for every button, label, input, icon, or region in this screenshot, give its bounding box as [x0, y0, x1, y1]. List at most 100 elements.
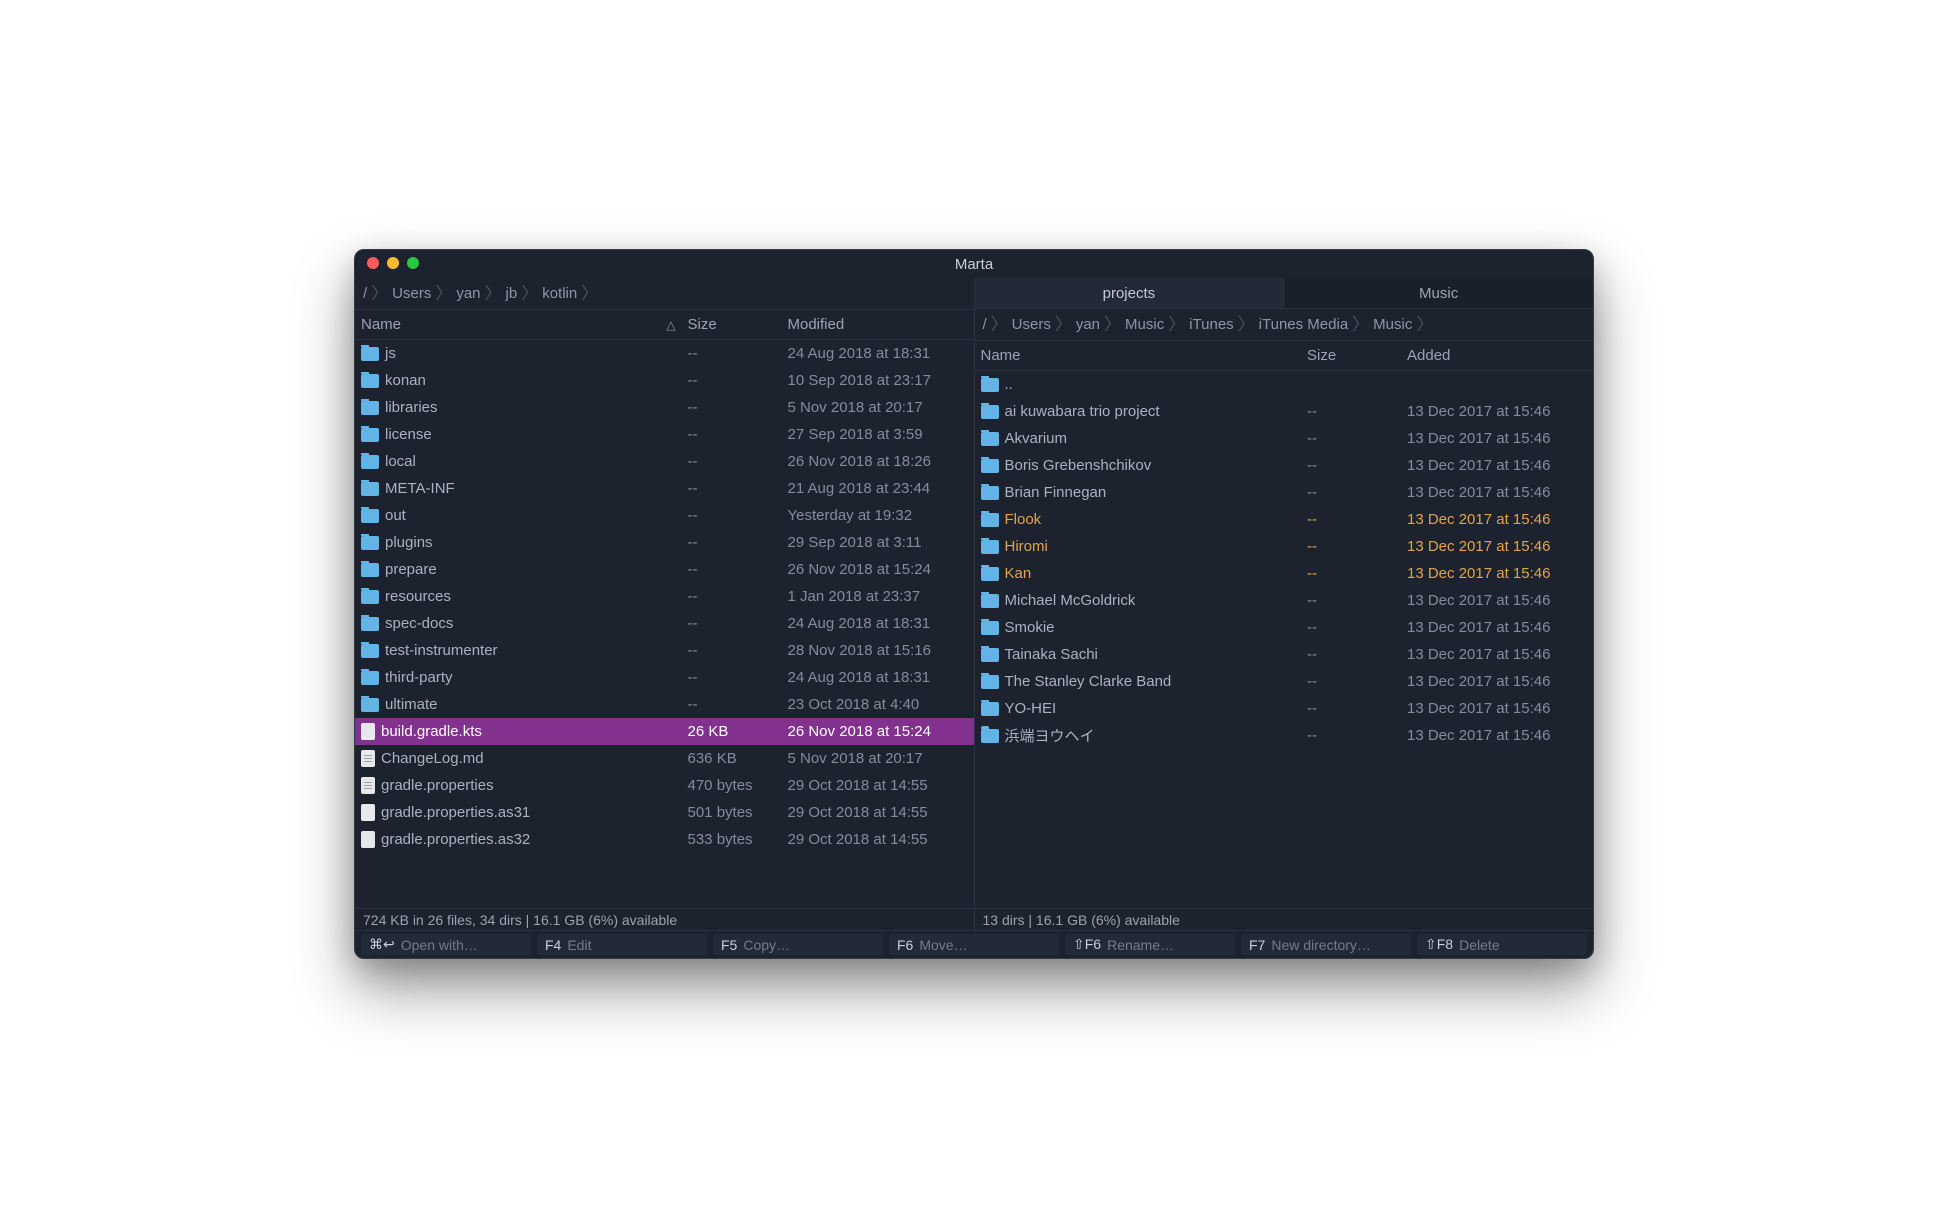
row-name-label: build.gradle.kts: [381, 723, 482, 740]
folder-row[interactable]: Hiromi--13 Dec 2017 at 15:46: [975, 533, 1594, 560]
row-date-cell: 23 Oct 2018 at 4:40: [784, 696, 974, 713]
folder-icon: [361, 455, 379, 469]
right-crumb[interactable]: yan: [1076, 316, 1100, 333]
fkey-f6[interactable]: ⇧F6Rename…: [1065, 934, 1235, 955]
row-name-cell: js: [355, 345, 684, 362]
header-name[interactable]: Name △: [355, 316, 684, 333]
folder-row[interactable]: Akvarium--13 Dec 2017 at 15:46: [975, 425, 1594, 452]
folder-row[interactable]: 浜端ヨウヘイ--13 Dec 2017 at 15:46: [975, 722, 1594, 749]
fkey-label: Delete: [1459, 937, 1499, 953]
folder-row[interactable]: resources--1 Jan 2018 at 23:37: [355, 583, 974, 610]
header-name-label: Name: [361, 316, 401, 333]
close-icon[interactable]: [367, 257, 379, 269]
folder-row[interactable]: ..: [975, 371, 1594, 398]
header-modified[interactable]: Modified: [784, 316, 974, 333]
fkey-[interactable]: ⌘↩Open with…: [361, 934, 531, 955]
left-crumb[interactable]: yan: [456, 285, 480, 302]
header-size[interactable]: Size: [684, 316, 784, 333]
folder-row[interactable]: ultimate--23 Oct 2018 at 4:40: [355, 691, 974, 718]
minimize-icon[interactable]: [387, 257, 399, 269]
right-crumb[interactable]: Users: [1012, 316, 1051, 333]
folder-row[interactable]: out--Yesterday at 19:32: [355, 502, 974, 529]
right-crumb[interactable]: iTunes Media: [1259, 316, 1349, 333]
folder-row[interactable]: Smokie--13 Dec 2017 at 15:46: [975, 614, 1594, 641]
folder-row[interactable]: Brian Finnegan--13 Dec 2017 at 15:46: [975, 479, 1594, 506]
folder-row[interactable]: license--27 Sep 2018 at 3:59: [355, 421, 974, 448]
folder-row[interactable]: js--24 Aug 2018 at 18:31: [355, 340, 974, 367]
folder-row[interactable]: Tainaka Sachi--13 Dec 2017 at 15:46: [975, 641, 1594, 668]
left-crumb[interactable]: /: [363, 285, 367, 302]
folder-row[interactable]: konan--10 Sep 2018 at 23:17: [355, 367, 974, 394]
right-crumb[interactable]: Music: [1373, 316, 1412, 333]
zoom-icon[interactable]: [407, 257, 419, 269]
file-row[interactable]: gradle.properties.as31501 bytes29 Oct 20…: [355, 799, 974, 826]
window: Marta /〉Users〉yan〉jb〉kotlin〉 Name △ Size…: [354, 249, 1594, 959]
folder-row[interactable]: META-INF--21 Aug 2018 at 23:44: [355, 475, 974, 502]
header-size[interactable]: Size: [1303, 347, 1403, 364]
folder-row[interactable]: Kan--13 Dec 2017 at 15:46: [975, 560, 1594, 587]
fkey-label: Rename…: [1107, 937, 1174, 953]
header-name[interactable]: Name: [975, 347, 1304, 364]
folder-icon: [981, 432, 999, 446]
fkey-label: Open with…: [401, 937, 478, 953]
file-icon: [361, 723, 375, 740]
row-size-cell: 501 bytes: [684, 804, 784, 821]
folder-icon: [981, 729, 999, 743]
folder-row[interactable]: libraries--5 Nov 2018 at 20:17: [355, 394, 974, 421]
row-size-cell: --: [1303, 511, 1403, 528]
right-crumb[interactable]: /: [983, 316, 987, 333]
file-icon: [361, 804, 375, 821]
fkey-f7[interactable]: F7New directory…: [1241, 934, 1411, 955]
file-row[interactable]: gradle.properties.as32533 bytes29 Oct 20…: [355, 826, 974, 853]
folder-row[interactable]: ai kuwabara trio project--13 Dec 2017 at…: [975, 398, 1594, 425]
right-crumb[interactable]: Music: [1125, 316, 1164, 333]
row-date-cell: 13 Dec 2017 at 15:46: [1403, 700, 1593, 717]
fkey-f5[interactable]: F5Copy…: [713, 934, 883, 955]
fkey-shortcut: F7: [1249, 937, 1265, 953]
folder-row[interactable]: spec-docs--24 Aug 2018 at 18:31: [355, 610, 974, 637]
row-name-cell: konan: [355, 372, 684, 389]
right-crumb[interactable]: iTunes: [1189, 316, 1233, 333]
row-name-cell: YO-HEI: [975, 700, 1304, 717]
tab-projects[interactable]: projects: [975, 278, 1285, 308]
chevron-right-icon: 〉: [435, 285, 452, 302]
folder-row[interactable]: test-instrumenter--28 Nov 2018 at 15:16: [355, 637, 974, 664]
folder-row[interactable]: Michael McGoldrick--13 Dec 2017 at 15:46: [975, 587, 1594, 614]
folder-row[interactable]: Boris Grebenshchikov--13 Dec 2017 at 15:…: [975, 452, 1594, 479]
row-size-cell: --: [684, 561, 784, 578]
chevron-right-icon: 〉: [991, 316, 1008, 333]
folder-icon: [361, 536, 379, 550]
folder-row[interactable]: third-party--24 Aug 2018 at 18:31: [355, 664, 974, 691]
chevron-right-icon: 〉: [1238, 316, 1255, 333]
file-row[interactable]: build.gradle.kts26 KB26 Nov 2018 at 15:2…: [355, 718, 974, 745]
folder-icon: [981, 648, 999, 662]
fkey-shortcut: F5: [721, 937, 737, 953]
folder-row[interactable]: plugins--29 Sep 2018 at 3:11: [355, 529, 974, 556]
row-name-label: js: [385, 345, 396, 362]
folder-row[interactable]: Flook--13 Dec 2017 at 15:46: [975, 506, 1594, 533]
fkey-f6[interactable]: F6Move…: [889, 934, 1059, 955]
fkey-f4[interactable]: F4Edit: [537, 934, 707, 955]
row-name-cell: Hiromi: [975, 538, 1304, 555]
left-crumb[interactable]: jb: [506, 285, 518, 302]
folder-row[interactable]: local--26 Nov 2018 at 18:26: [355, 448, 974, 475]
folder-row[interactable]: The Stanley Clarke Band--13 Dec 2017 at …: [975, 668, 1594, 695]
file-row[interactable]: ChangeLog.md636 KB5 Nov 2018 at 20:17: [355, 745, 974, 772]
row-size-cell: 26 KB: [684, 723, 784, 740]
folder-row[interactable]: prepare--26 Nov 2018 at 15:24: [355, 556, 974, 583]
file-row[interactable]: gradle.properties470 bytes29 Oct 2018 at…: [355, 772, 974, 799]
left-pane: /〉Users〉yan〉jb〉kotlin〉 Name △ Size Modif…: [355, 278, 975, 908]
tab-music[interactable]: Music: [1284, 278, 1593, 308]
row-date-cell: 13 Dec 2017 at 15:46: [1403, 484, 1593, 501]
row-size-cell: --: [684, 669, 784, 686]
fkey-f8[interactable]: ⇧F8Delete: [1417, 934, 1587, 955]
left-crumb[interactable]: kotlin: [542, 285, 577, 302]
chevron-right-icon: 〉: [1168, 316, 1185, 333]
status-bar: 724 KB in 26 files, 34 dirs | 16.1 GB (6…: [355, 908, 1593, 930]
left-crumb[interactable]: Users: [392, 285, 431, 302]
chevron-right-icon: 〉: [371, 285, 388, 302]
row-name-cell: ChangeLog.md: [355, 750, 684, 767]
header-added[interactable]: Added: [1403, 347, 1593, 364]
folder-icon: [361, 401, 379, 415]
folder-row[interactable]: YO-HEI--13 Dec 2017 at 15:46: [975, 695, 1594, 722]
